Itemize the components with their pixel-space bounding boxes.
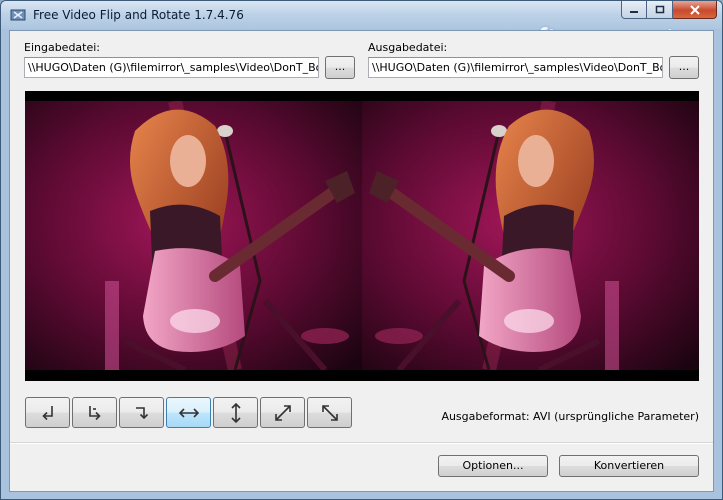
flip-horizontal-button[interactable]	[166, 397, 211, 428]
client-area: Eingabedatei: \\HUGO\Daten (G)\filemirro…	[9, 30, 714, 492]
rotate-left-button[interactable]	[25, 397, 70, 428]
title-bar[interactable]: Free Video Flip and Rotate 1.7.4.76	[1, 1, 722, 29]
input-browse-button[interactable]: ...	[325, 56, 355, 79]
input-file-field[interactable]: \\HUGO\Daten (G)\filemirror\_samples\Vid…	[24, 57, 319, 78]
scene-graphic-mirrored	[362, 101, 699, 370]
video-preview	[25, 91, 699, 381]
flip-horizontal-icon	[178, 407, 199, 418]
minimize-button[interactable]	[621, 1, 647, 19]
scene-graphic	[25, 101, 362, 370]
output-format-label: Ausgabeformat: AVI (ursprüngliche Parame…	[441, 410, 699, 423]
separator	[10, 442, 713, 444]
convert-button[interactable]: Konvertieren	[559, 455, 699, 477]
window-title: Free Video Flip and Rotate 1.7.4.76	[33, 8, 244, 22]
rotate-down-button[interactable]	[119, 397, 164, 428]
flipped-frame-image	[362, 101, 699, 370]
options-button[interactable]: Optionen...	[438, 455, 548, 477]
maximize-icon	[655, 5, 664, 14]
input-file-label: Eingabedatei:	[24, 41, 101, 54]
output-file-label: Ausgabedatei:	[368, 41, 448, 54]
diagonal-ne-icon	[274, 404, 291, 421]
app-icon	[10, 9, 26, 21]
app-window: Free Video Flip and Rotate 1.7.4.76 soft…	[0, 0, 723, 500]
caption-buttons	[621, 1, 717, 20]
minimize-icon	[630, 10, 638, 13]
flip-vertical-button[interactable]	[213, 397, 258, 428]
close-button[interactable]	[673, 1, 717, 19]
rotate-right-button[interactable]	[72, 397, 117, 428]
diagonal-nw-icon	[321, 404, 338, 421]
flipped-frame	[362, 101, 699, 370]
flip-vertical-icon	[230, 402, 241, 423]
original-frame-image	[25, 101, 362, 370]
rotate-right-icon	[88, 405, 101, 420]
close-icon	[689, 4, 700, 15]
rotate-left-icon	[41, 405, 53, 420]
original-frame	[25, 101, 362, 370]
rotate-down-icon	[135, 406, 148, 419]
maximize-button[interactable]	[647, 1, 673, 19]
output-file-field[interactable]: \\HUGO\Daten (G)\filemirror\_samples\Vid…	[368, 57, 663, 78]
diagonal-ne-button[interactable]	[260, 397, 305, 428]
output-browse-button[interactable]: ...	[669, 56, 699, 79]
diagonal-nw-button[interactable]	[307, 397, 352, 428]
